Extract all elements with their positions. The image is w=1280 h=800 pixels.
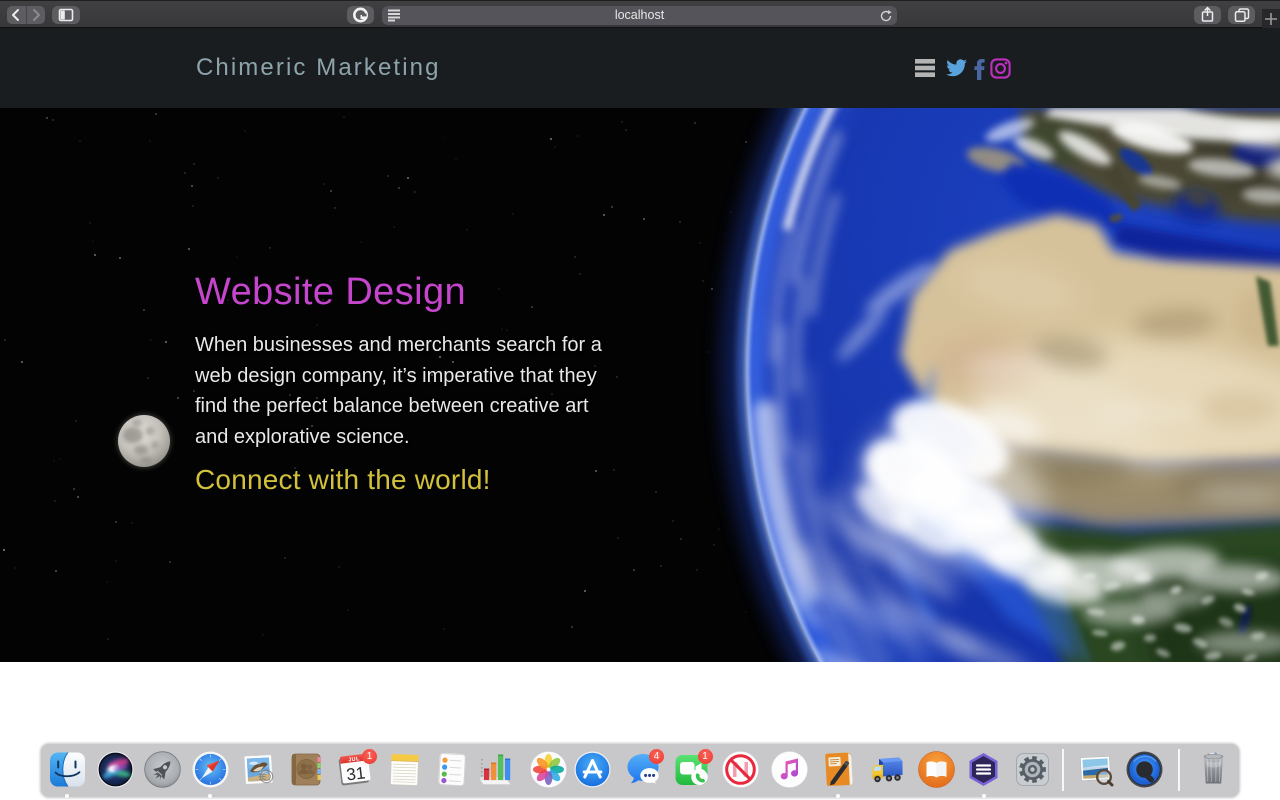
svg-text:31: 31	[345, 763, 366, 784]
